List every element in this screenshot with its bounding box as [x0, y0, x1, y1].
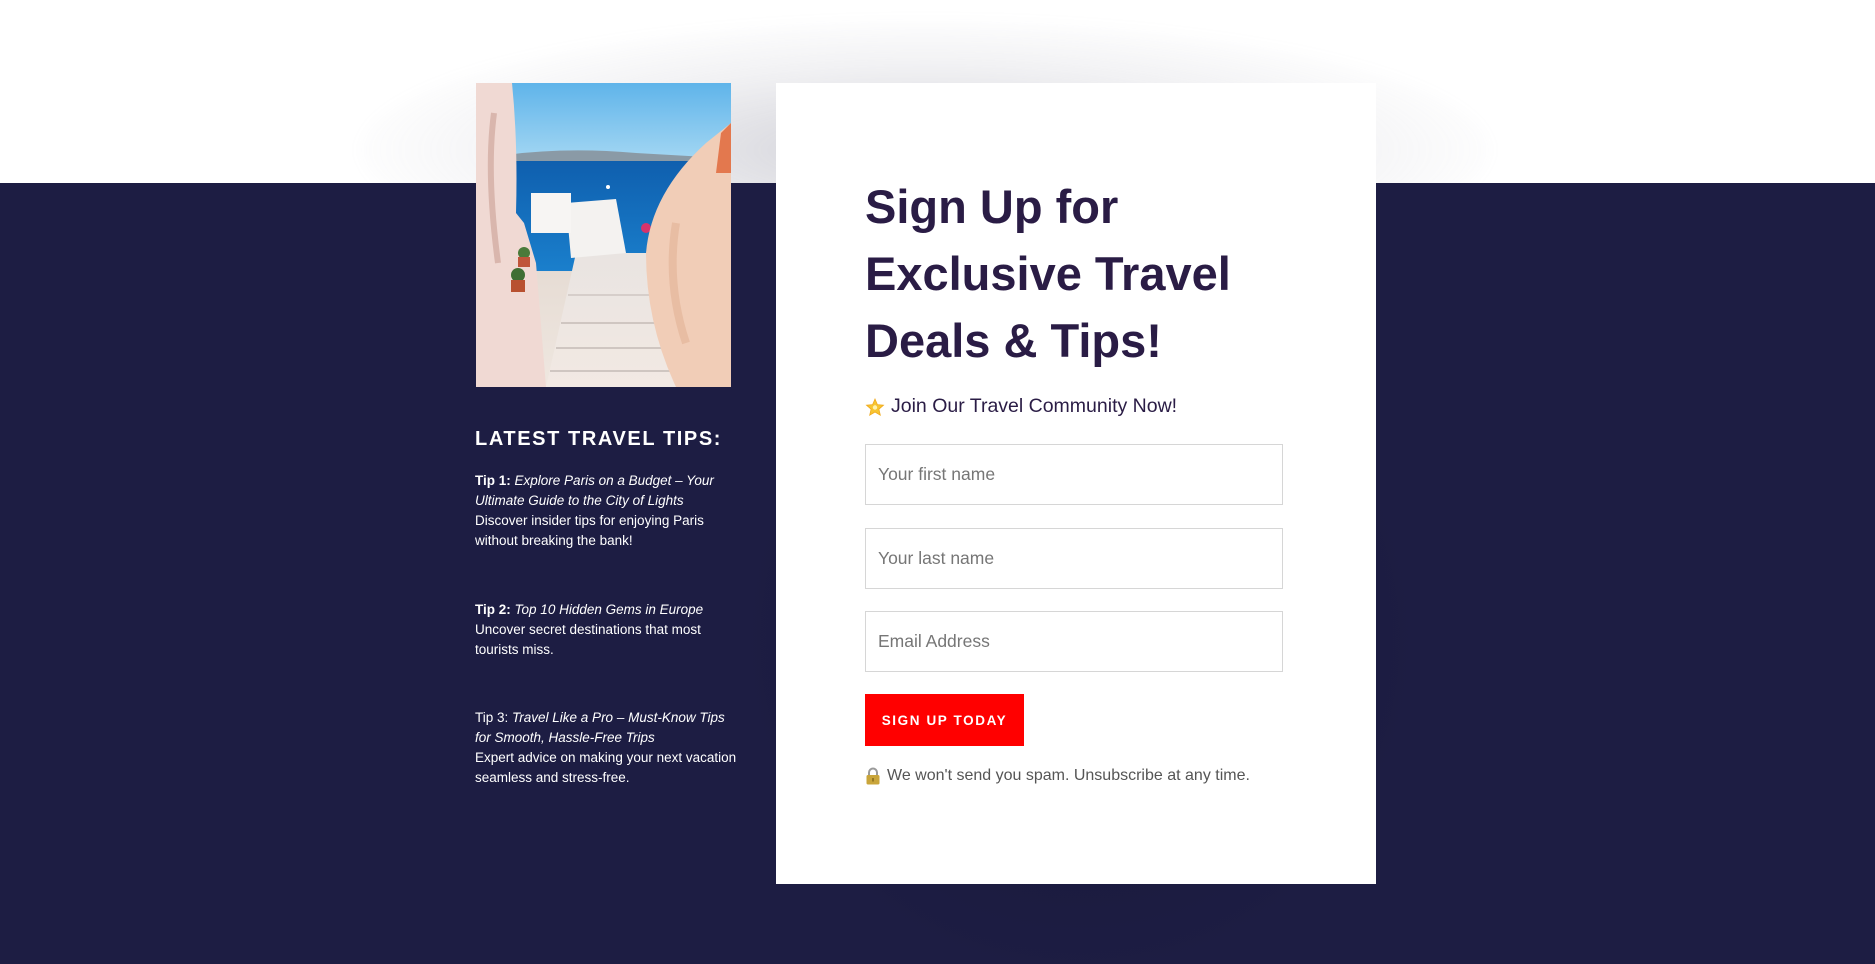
glowing-star-icon: [865, 397, 885, 417]
tip-title: Top 10 Hidden Gems in Europe: [514, 602, 704, 617]
tip-item: Tip 1: Explore Paris on a Budget – Your …: [475, 471, 740, 551]
signup-subtitle: Join Our Travel Community Now!: [865, 395, 1177, 418]
tip-label: Tip 3:: [475, 710, 509, 725]
email-input[interactable]: [865, 611, 1283, 672]
first-name-input[interactable]: [865, 444, 1283, 505]
subtitle-text: Join Our Travel Community Now!: [891, 395, 1178, 417]
signup-title: Sign Up for Exclusive Travel Deals & Tip…: [865, 180, 1231, 367]
privacy-note-text: We won't send you spam. Unsubscribe at a…: [887, 767, 1250, 784]
tip-description: Uncover secret destinations that most to…: [475, 622, 701, 657]
signup-card: Sign Up for Exclusive Travel Deals & Tip…: [776, 83, 1376, 884]
tip-label: Tip 2:: [475, 602, 511, 617]
tip-item: Tip 2: Top 10 Hidden Gems in Europe Unco…: [475, 600, 740, 660]
sign-up-button[interactable]: SIGN UP TODAY: [865, 694, 1024, 746]
last-name-input[interactable]: [865, 528, 1283, 589]
tip-label: Tip 1:: [475, 473, 511, 488]
tip-title: Explore Paris on a Budget – Your Ultimat…: [475, 473, 714, 508]
tips-heading: LATEST TRAVEL TIPS:: [475, 428, 723, 450]
lock-icon: [865, 767, 881, 785]
tip-description: Discover insider tips for enjoying Paris…: [475, 513, 704, 548]
travel-photo: [476, 83, 731, 387]
privacy-note: We won't send you spam. Unsubscribe at a…: [865, 767, 1250, 785]
tip-item: Tip 3: Travel Like a Pro – Must-Know Tip…: [475, 708, 740, 788]
tip-title: Travel Like a Pro – Must-Know Tips for S…: [475, 710, 725, 745]
tip-description: Expert advice on making your next vacati…: [475, 750, 737, 785]
